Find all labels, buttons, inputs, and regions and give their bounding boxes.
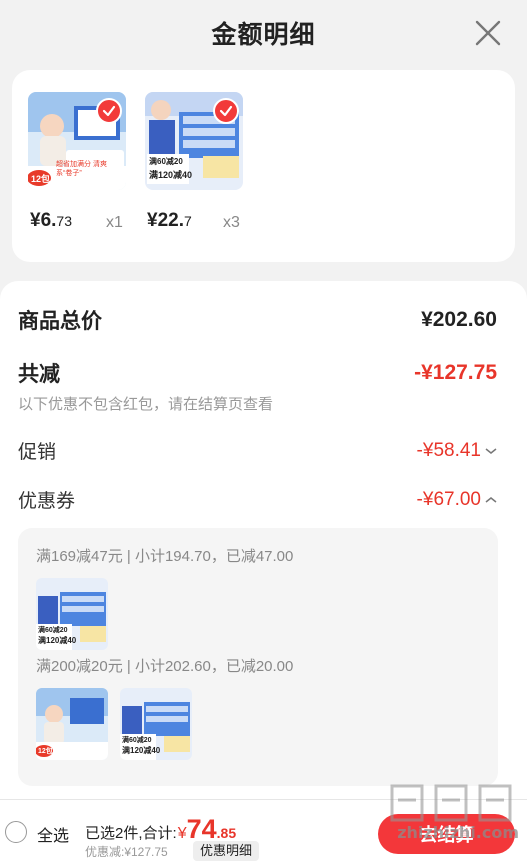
select-all-label[interactable]: 全选 <box>37 822 69 846</box>
coupon-product-image: 12包 <box>36 688 108 760</box>
chevron-up-icon[interactable] <box>485 495 497 505</box>
page-title: 金额明细 <box>211 21 316 49</box>
product-qty-2: x3 <box>223 214 240 231</box>
coupon-product-image: 满60减20 满120减40 <box>36 578 108 650</box>
product-item-2[interactable]: 满60减20 满120减40 ¥22.7 x3 <box>145 92 243 231</box>
saving-text: 优惠减:¥127.75 <box>85 845 168 859</box>
total-label: 商品总价 <box>18 310 102 333</box>
coupon-tag-1b: 满120减40 <box>38 636 77 645</box>
promo-label: 促销 <box>18 442 57 463</box>
discount-detail-button[interactable]: 优惠明细 <box>193 841 260 861</box>
coupon-tag-2a: 满60减20 <box>122 737 152 744</box>
price-detail-card: 商品总价 ¥202.60 共减 -¥127.75 以下优惠不包含红包，请在结算页… <box>0 281 527 801</box>
coupon-row[interactable]: 优惠券 -¥67.00 <box>18 486 497 513</box>
coupon-tag-2b: 满120减40 <box>122 746 161 755</box>
product-qty-1: x1 <box>106 214 123 231</box>
order-total: 已选2件,合计: ¥ 74 .85 <box>85 816 236 843</box>
coupon-label: 优惠券 <box>18 491 76 512</box>
total-value: ¥202.60 <box>421 308 497 331</box>
product-tag-2b: 满120减40 <box>149 170 193 180</box>
discount-note: 以下优惠不包含红包，请在结算页查看 <box>18 396 274 413</box>
product-tag-2a: 满60减20 <box>149 157 183 166</box>
total-integer: 74 <box>186 814 217 844</box>
selected-count-text: 已选2件,合计: <box>85 825 177 842</box>
products-card: 12包 超省加满分 清爽系“卷子” ¥6.73 x1 满60减20 满120减4… <box>12 70 515 262</box>
promo-row[interactable]: 促销 -¥58.41 <box>18 437 497 464</box>
product-item-1[interactable]: 12包 超省加满分 清爽系“卷子” ¥6.73 x1 <box>28 92 126 231</box>
checkmark-icon <box>213 98 239 124</box>
discount-value: -¥127.75 <box>414 361 497 384</box>
product-image-2[interactable]: 满60减20 满120减40 <box>145 92 243 190</box>
total-row: 商品总价 ¥202.60 <box>18 305 497 335</box>
checkout-button[interactable]: 去结算 <box>378 814 515 854</box>
product-promo-1: 超省加满分 清爽系“卷子” <box>56 161 107 177</box>
checkmark-icon <box>96 98 122 124</box>
coupon-value: -¥67.00 <box>416 488 481 510</box>
coupon-line-2: 满200减20元 | 小计202.60，已减20.00 <box>36 658 294 675</box>
total-decimal: .85 <box>216 825 237 841</box>
discount-row: 共减 -¥127.75 <box>18 358 497 388</box>
promo-value: -¥58.41 <box>416 439 481 461</box>
coupon-badge-2: 12包 <box>38 748 53 755</box>
chevron-down-icon[interactable] <box>485 446 497 456</box>
product-image-1[interactable]: 12包 超省加满分 清爽系“卷子” <box>28 92 126 190</box>
coupon-line-1: 满169减47元 | 小计194.70，已减47.00 <box>36 548 294 565</box>
coupon-tag-1a: 满60减20 <box>38 627 68 634</box>
close-icon[interactable] <box>471 16 505 50</box>
product-price-2: ¥22.7 <box>147 210 192 231</box>
discount-label: 共减 <box>18 363 60 386</box>
coupon-detail-box: 满169减47元 | 小计194.70，已减47.00 满60减20 满120减… <box>18 528 498 786</box>
product-badge-1: 12包 <box>31 174 51 184</box>
bottom-bar: 全选 已选2件,合计: ¥ 74 .85 优惠减:¥127.75 优惠明细 去结… <box>0 799 527 861</box>
product-price-1: ¥6.73 <box>30 210 72 231</box>
currency-symbol: ¥ <box>177 825 187 842</box>
coupon-product-image: 满60减20 满120减40 <box>120 688 192 760</box>
header: 金额明细 <box>0 0 527 66</box>
select-all-checkbox[interactable] <box>5 821 27 843</box>
